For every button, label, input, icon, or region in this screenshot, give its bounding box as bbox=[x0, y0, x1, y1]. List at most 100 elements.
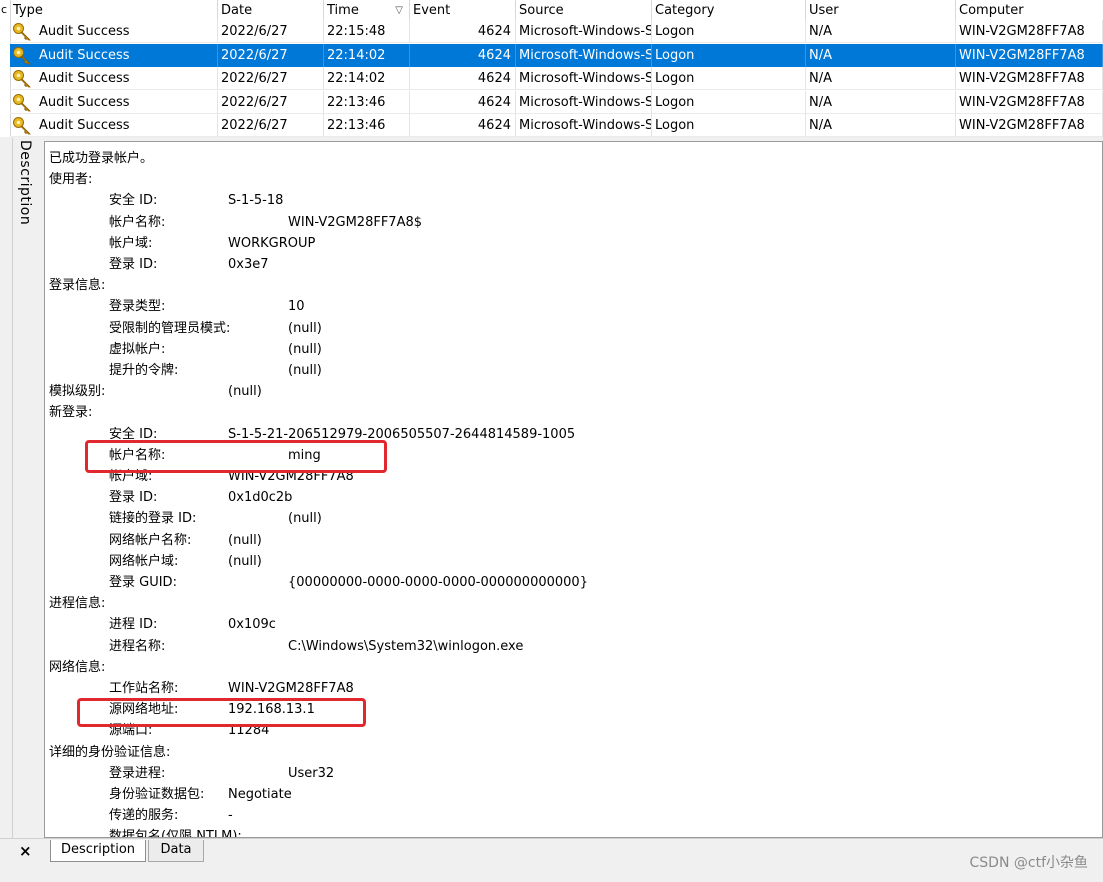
description-title: 已成功登录帐户。 bbox=[49, 151, 154, 166]
field-value: 11284 bbox=[228, 723, 270, 739]
close-icon[interactable]: × bbox=[19, 842, 32, 860]
section-heading: 使用者: bbox=[49, 172, 93, 188]
field-label: 进程名称: bbox=[109, 638, 166, 654]
section-heading: 网络信息: bbox=[49, 659, 106, 675]
field-label: 帐户名称: bbox=[109, 214, 166, 230]
cell-user: N/A bbox=[806, 43, 956, 67]
cell-category: Logon bbox=[652, 67, 806, 90]
field-label: 虚拟帐户: bbox=[109, 341, 166, 357]
field-value: 0x3e7 bbox=[228, 257, 269, 272]
cell-type-text: Audit Success bbox=[39, 118, 130, 133]
field-label: 提升的令牌: bbox=[109, 363, 179, 378]
column-header-category[interactable]: Category bbox=[652, 0, 806, 20]
column-header-time-label: Time bbox=[327, 3, 359, 18]
tab-data[interactable]: Data bbox=[148, 840, 204, 862]
cell-computer: WIN-V2GM28FF7A8 bbox=[956, 90, 1103, 114]
side-tab-description[interactable]: Description bbox=[13, 138, 39, 838]
field-label: 安全 ID: bbox=[109, 426, 158, 442]
table-row[interactable]: Audit Success 2022/6/27 22:14:02 4624 Micros… bbox=[10, 67, 1103, 90]
field-value: - bbox=[228, 808, 233, 824]
field-value: S-1-5-21-206512979-2006505507-2644814589… bbox=[228, 426, 576, 442]
section-heading: 进程信息: bbox=[49, 596, 106, 612]
table-row[interactable]: Audit Success 2022/6/27 22:13:46 4624 Micros… bbox=[10, 114, 1103, 137]
cell-source: Microsoft-Windows-Se bbox=[516, 20, 652, 43]
audit-key-icon bbox=[12, 93, 32, 112]
field-label: 安全 ID: bbox=[109, 193, 158, 209]
cell-user: N/A bbox=[806, 20, 956, 43]
field-label: 帐户名称: bbox=[109, 447, 166, 463]
column-header-computer[interactable]: Computer bbox=[956, 0, 1103, 20]
field-value: 0x109c bbox=[228, 617, 276, 633]
cell-source: Microsoft-Windows-Se bbox=[516, 67, 652, 90]
tab-description[interactable]: Description bbox=[50, 840, 146, 862]
cell-source: Microsoft-Windows-Se bbox=[516, 43, 652, 67]
field-value: (null) bbox=[288, 363, 322, 378]
field-label: 传递的服务: bbox=[109, 808, 179, 824]
table-row[interactable]: Audit Success 2022/6/27 22:13:46 4624 Micros… bbox=[10, 90, 1103, 114]
cell-time: 22:14:02 bbox=[324, 43, 410, 67]
field-value: (null) bbox=[288, 511, 322, 527]
cell-event: 4624 bbox=[410, 114, 516, 137]
section-heading: 登录信息: bbox=[49, 278, 106, 294]
field-value: User32 bbox=[288, 765, 335, 781]
field-value: WIN-V2GM28FF7A8 bbox=[228, 469, 354, 484]
table-row[interactable]: Audit Success 2022/6/27 22:15:48 4624 Micros… bbox=[10, 20, 1103, 43]
field-value: WORKGROUP bbox=[228, 235, 316, 251]
column-header-user[interactable]: User bbox=[806, 0, 956, 20]
field-value: 10 bbox=[288, 299, 305, 315]
section-heading: 详细的身份验证信息: bbox=[49, 744, 171, 760]
cell-source: Microsoft-Windows-Se bbox=[516, 114, 652, 137]
field-value: C:\Windows\System32\winlogon.exe bbox=[288, 638, 524, 654]
cell-event: 4624 bbox=[410, 20, 516, 43]
field-value: Negotiate bbox=[228, 787, 292, 802]
field-label: 数据包名(仅限 NTLM): bbox=[109, 829, 242, 838]
column-header-type[interactable]: Type bbox=[10, 0, 218, 20]
field-label: 登录类型: bbox=[109, 299, 166, 315]
cell-type-text: Audit Success bbox=[39, 24, 130, 39]
sort-indicator-icon: ▽ bbox=[395, 5, 403, 16]
cell-type: Audit Success bbox=[10, 90, 218, 114]
cell-computer: WIN-V2GM28FF7A8 bbox=[956, 67, 1103, 90]
side-tab-label: Description bbox=[17, 140, 33, 226]
field-label: 源端口: bbox=[109, 723, 153, 739]
audit-key-icon bbox=[12, 46, 32, 65]
cell-type: Audit Success bbox=[10, 114, 218, 137]
field-value: (null) bbox=[228, 532, 262, 548]
field-label: 登录 GUID: bbox=[109, 575, 177, 590]
cell-date: 2022/6/27 bbox=[218, 114, 324, 137]
field-label: 登录进程: bbox=[109, 765, 166, 781]
cell-time: 22:14:02 bbox=[324, 67, 410, 90]
description-pane[interactable]: 已成功登录帐户。 使用者: 安全 ID: S-1-5-18 帐户名称: WIN-V2GM2… bbox=[44, 141, 1103, 838]
column-header-source[interactable]: Source bbox=[516, 0, 652, 20]
cell-time: 22:13:46 bbox=[324, 114, 410, 137]
field-value: 0x1d0c2b bbox=[228, 490, 293, 506]
cell-time: 22:13:46 bbox=[324, 90, 410, 114]
field-label: 登录 ID: bbox=[109, 257, 158, 272]
cell-date: 2022/6/27 bbox=[218, 20, 324, 43]
column-header-time[interactable]: Time ▽ bbox=[324, 0, 410, 20]
field-value: {00000000-0000-0000-0000-000000000000} bbox=[288, 575, 588, 590]
field-label: 源网络地址: bbox=[109, 702, 179, 718]
cell-type: Audit Success bbox=[10, 43, 218, 67]
field-label: 链接的登录 ID: bbox=[109, 511, 197, 527]
cell-type: Audit Success bbox=[10, 67, 218, 90]
audit-key-icon bbox=[12, 116, 32, 135]
cell-category: Logon bbox=[652, 90, 806, 114]
field-value: S-1-5-18 bbox=[228, 193, 284, 209]
audit-key-icon bbox=[12, 69, 32, 88]
section-heading: 模拟级别: bbox=[49, 384, 106, 400]
field-value: ming bbox=[288, 447, 321, 463]
field-value: WIN-V2GM28FF7A8$ bbox=[288, 214, 422, 230]
field-label: 进程 ID: bbox=[109, 617, 158, 633]
cell-event: 4624 bbox=[410, 43, 516, 67]
cell-computer: WIN-V2GM28FF7A8 bbox=[956, 43, 1103, 67]
cell-category: Logon bbox=[652, 114, 806, 137]
column-header-date[interactable]: Date bbox=[218, 0, 324, 20]
section-heading: 新登录: bbox=[49, 405, 93, 421]
cell-source: Microsoft-Windows-Se bbox=[516, 90, 652, 114]
field-label: 工作站名称: bbox=[109, 681, 179, 696]
cell-category: Logon bbox=[652, 20, 806, 43]
table-row[interactable]: Audit Success 2022/6/27 22:14:02 4624 Micros… bbox=[10, 43, 1103, 67]
column-header-event[interactable]: Event bbox=[410, 0, 516, 20]
cell-user: N/A bbox=[806, 67, 956, 90]
